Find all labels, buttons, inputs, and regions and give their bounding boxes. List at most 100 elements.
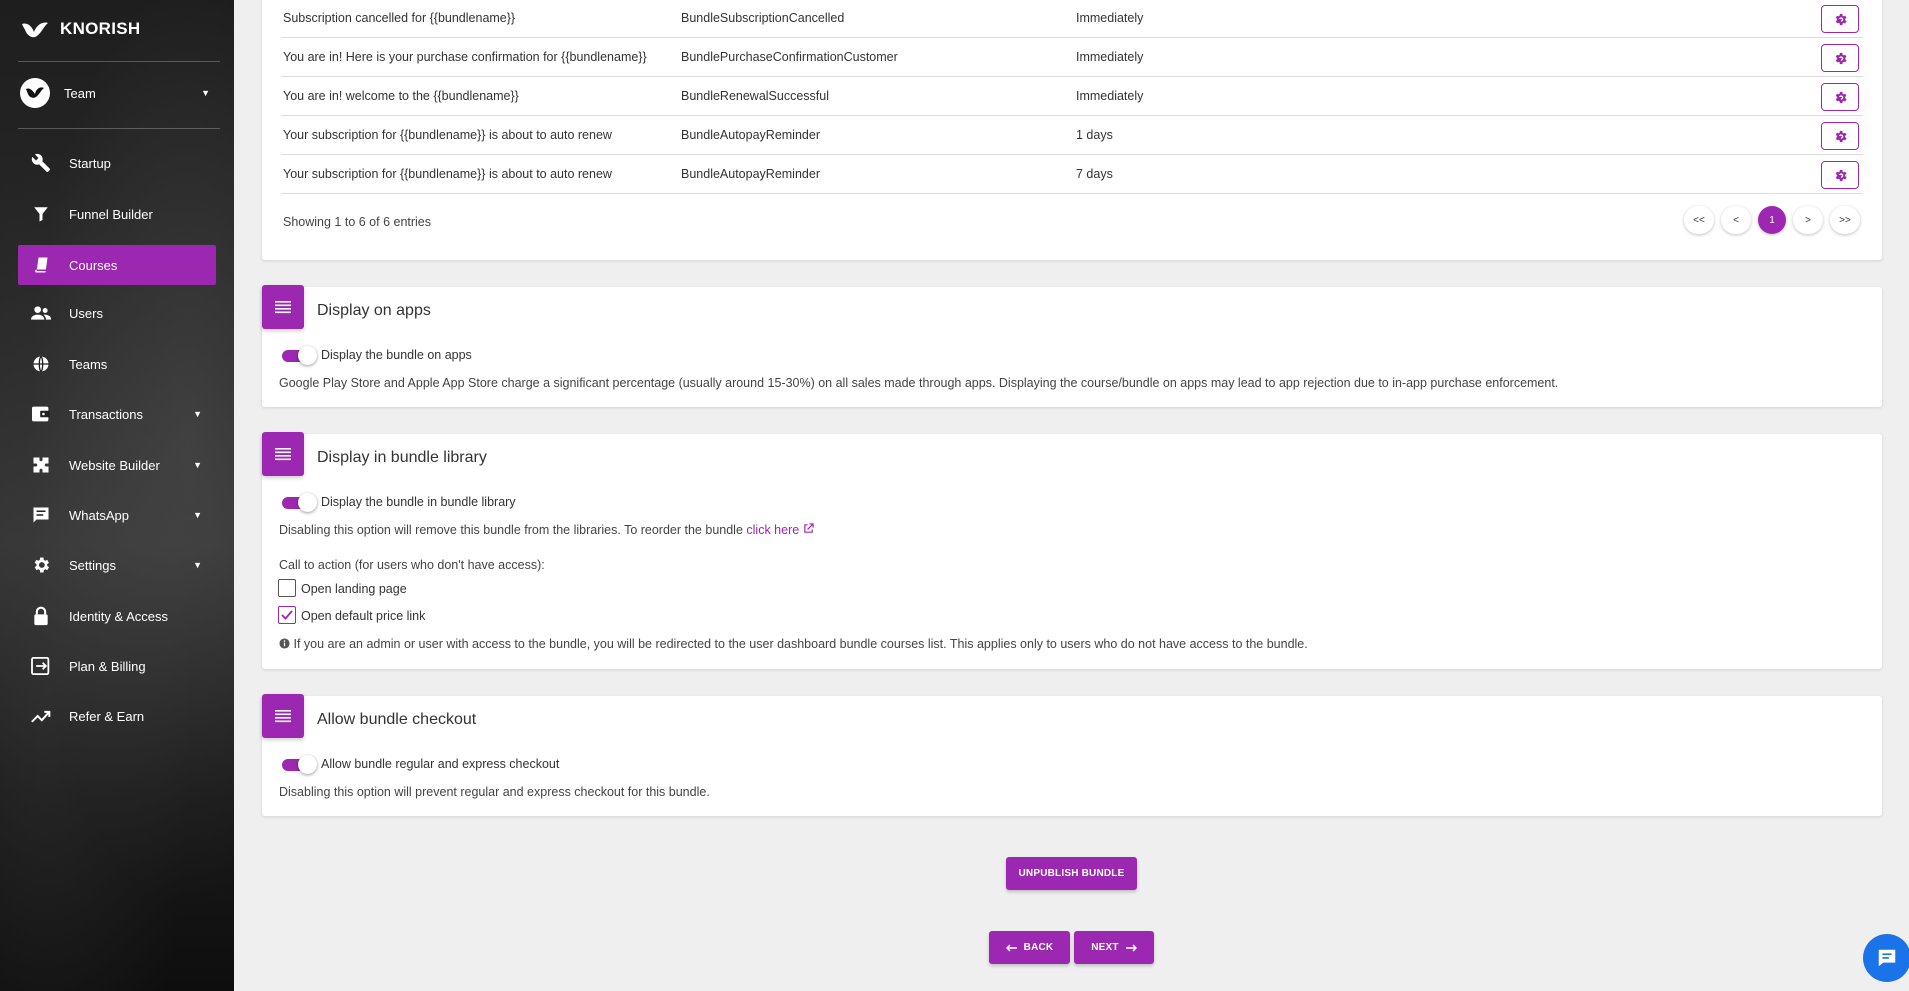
back-button[interactable]: BACK (989, 931, 1070, 964)
external-link-icon (803, 523, 814, 533)
note-text: Disabling this option will remove this b… (279, 523, 743, 537)
info-icon (279, 638, 290, 649)
open-landing-page-checkbox[interactable] (278, 579, 296, 597)
sidebar: KNORISH Team ▼ Startup Funnel Builder Co… (0, 0, 234, 991)
row-template: BundlePurchaseConfirmationCustomer (681, 50, 898, 64)
chat-icon (1878, 949, 1896, 967)
display-on-apps-toggle[interactable] (282, 346, 317, 365)
sidebar-item-label: Settings (69, 557, 116, 573)
trend-icon (30, 705, 52, 727)
list-icon (262, 432, 304, 476)
row-settings-button[interactable]: ▼ (1821, 161, 1859, 189)
sidebar-item-website-builder[interactable]: Website Builder ▼ (18, 445, 216, 485)
table-row: You are in! Here is your purchase confir… (281, 38, 1863, 77)
pagination-next-button[interactable]: > (1793, 206, 1823, 234)
toggle-label: Allow bundle regular and express checkou… (321, 757, 560, 771)
sidebar-item-identity-access[interactable]: Identity & Access (18, 596, 216, 636)
sidebar-item-courses[interactable]: Courses (18, 245, 216, 285)
cta-label: Call to action (for users who don't have… (279, 558, 545, 572)
pagination-last-button[interactable]: >> (1830, 206, 1860, 234)
bundle-checkout-toggle[interactable] (282, 755, 317, 774)
caret-down-icon: ▼ (193, 460, 202, 470)
section-note: Google Play Store and Apple App Store ch… (279, 376, 1559, 390)
section-title: Display on apps (317, 302, 431, 319)
row-settings-button[interactable]: ▼ (1821, 122, 1859, 150)
pagination-page-button[interactable]: 1 (1758, 206, 1786, 234)
wrench-icon (30, 152, 52, 174)
sidebar-item-label: Transactions (69, 406, 143, 422)
brand[interactable]: KNORISH (20, 18, 141, 40)
row-settings-button[interactable]: ▼ (1821, 44, 1859, 72)
row-settings-button[interactable]: ▼ (1821, 5, 1859, 33)
row-subject: Subscription cancelled for {{bundlename}… (283, 11, 516, 25)
team-switcher[interactable]: Team ▼ (20, 78, 210, 108)
sidebar-item-funnel-builder[interactable]: Funnel Builder (18, 194, 216, 234)
lock-icon (30, 605, 52, 627)
button-label: UNPUBLISH BUNDLE (1018, 868, 1125, 879)
section-title: Allow bundle checkout (317, 711, 477, 728)
button-label: NEXT (1091, 942, 1119, 953)
sidebar-divider (18, 61, 220, 62)
checkbox-label: Open landing page (301, 582, 407, 596)
row-template: BundleRenewalSuccessful (681, 89, 830, 103)
wallet-icon (30, 403, 52, 425)
list-icon (262, 285, 304, 329)
sidebar-item-label: Users (69, 305, 103, 321)
pagination-first-button[interactable]: << (1684, 206, 1714, 234)
next-button[interactable]: NEXT (1074, 931, 1154, 964)
row-template: BundleAutopayReminder (681, 128, 820, 142)
team-label: Team (64, 85, 96, 101)
sidebar-item-label: Teams (69, 356, 108, 372)
list-icon (262, 694, 304, 738)
reorder-link[interactable]: click here (746, 523, 814, 537)
sidebar-item-transactions[interactable]: Transactions ▼ (18, 394, 216, 434)
sidebar-item-label: Refer & Earn (69, 708, 145, 724)
sidebar-item-refer-earn[interactable]: Refer & Earn (18, 696, 216, 736)
row-timing: Immediately (1076, 89, 1144, 103)
open-default-price-link-checkbox[interactable] (278, 606, 296, 624)
users-icon (30, 302, 52, 324)
info-note: If you are an admin or user with access … (279, 637, 1308, 651)
table-entries-info: Showing 1 to 6 of 6 entries (283, 215, 432, 229)
book-icon (30, 254, 52, 276)
chat-widget-button[interactable] (1863, 934, 1909, 982)
row-settings-button[interactable]: ▼ (1821, 83, 1859, 111)
caret-down-icon: ▼ (1836, 18, 1844, 25)
info-text: If you are an admin or user with access … (293, 637, 1308, 651)
gear-icon (30, 554, 52, 576)
sidebar-item-teams[interactable]: Teams (18, 344, 216, 384)
link-text: click here (746, 523, 800, 537)
display-on-apps-card: Display on apps Display the bundle on ap… (262, 285, 1882, 407)
row-timing: Immediately (1076, 50, 1144, 64)
sidebar-item-plan-billing[interactable]: Plan & Billing (18, 646, 216, 686)
arrow-left-icon (1005, 943, 1017, 952)
display-in-library-toggle[interactable] (282, 493, 317, 512)
section-note: Disabling this option will remove this b… (279, 523, 814, 537)
caret-down-icon: ▼ (1836, 96, 1844, 103)
sidebar-item-users[interactable]: Users (18, 293, 216, 333)
arrow-right-icon (1125, 943, 1137, 952)
row-template: BundleAutopayReminder (681, 167, 820, 181)
sidebar-item-label: Plan & Billing (69, 658, 146, 674)
sidebar-item-label: Identity & Access (69, 608, 168, 624)
section-note: Disabling this option will prevent regul… (279, 785, 710, 799)
sidebar-item-startup[interactable]: Startup (18, 143, 216, 183)
unpublish-bundle-button[interactable]: UNPUBLISH BUNDLE (1006, 857, 1137, 890)
row-subject: You are in! welcome to the {{bundlename}… (283, 89, 519, 103)
caret-down-icon: ▼ (193, 560, 202, 570)
table-row: Your subscription for {{bundlename}} is … (281, 116, 1863, 155)
puzzle-icon (30, 454, 52, 476)
toggle-label: Display the bundle on apps (321, 348, 472, 362)
button-label: BACK (1023, 942, 1054, 953)
checkbox-label: Open default price link (301, 609, 426, 623)
sidebar-item-label: Funnel Builder (69, 206, 153, 222)
pagination-prev-button[interactable]: < (1721, 206, 1751, 234)
toggle-label: Display the bundle in bundle library (321, 495, 516, 509)
table-row: You are in! welcome to the {{bundlename}… (281, 77, 1863, 116)
sidebar-item-label: Courses (69, 257, 118, 273)
row-subject: You are in! Here is your purchase confir… (283, 50, 647, 64)
notifications-table-card: Subscription cancelled for {{bundlename}… (262, 0, 1882, 260)
funnel-icon (30, 203, 52, 225)
sidebar-item-settings[interactable]: Settings ▼ (18, 545, 216, 585)
sidebar-item-whatsapp[interactable]: WhatsApp ▼ (18, 495, 216, 535)
